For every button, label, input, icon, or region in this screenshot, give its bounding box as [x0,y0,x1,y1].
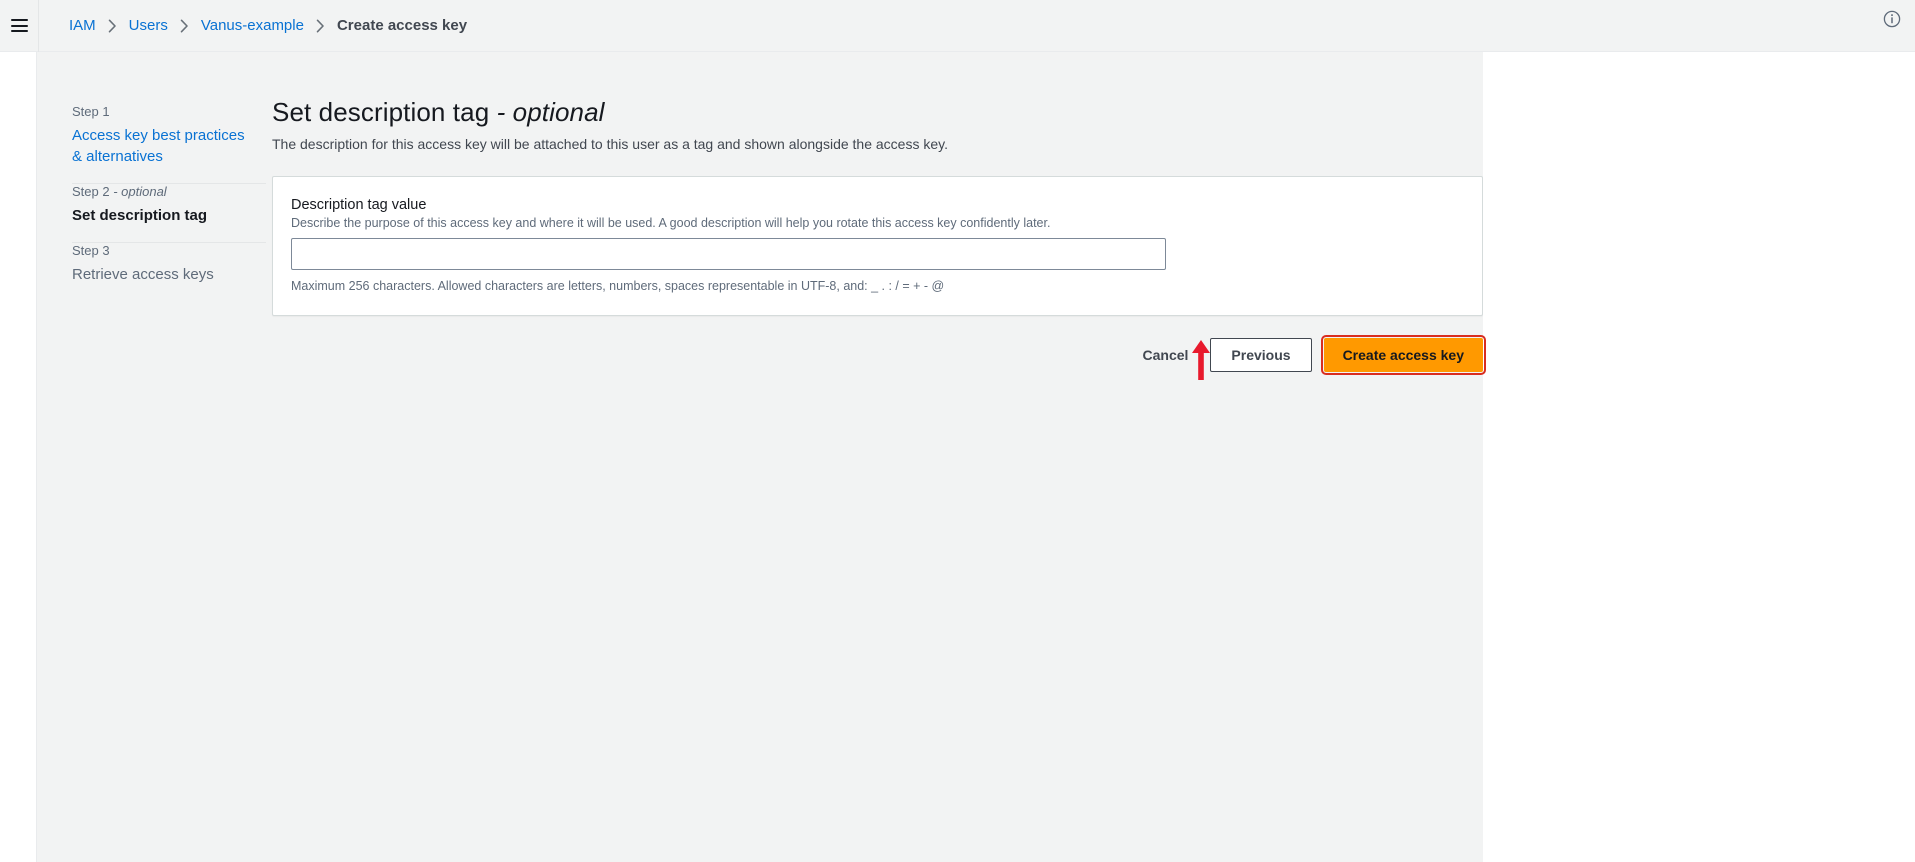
main-column: Set description tag - optional The descr… [272,52,1487,375]
breadcrumb: IAM Users Vanus-example Create access ke… [39,0,467,52]
wizard-step-2-kicker: Step 2 - optional [72,184,272,199]
aws-console-page: IAM Users Vanus-example Create access ke… [0,0,1915,862]
wizard-step-2-optional-tag: - optional [113,184,167,199]
breadcrumb-item-vanus-example[interactable]: Vanus-example [201,17,304,34]
breadcrumb-item-current: Create access key [336,17,468,34]
create-access-key-button[interactable]: Create access key [1320,335,1487,375]
description-tag-hint: Describe the purpose of this access key … [291,216,1051,230]
wizard-step-3[interactable]: Step 3 Retrieve access keys [72,243,272,301]
hamburger-menu-icon [10,19,28,32]
chevron-right-icon [180,19,189,33]
top-navigation-bar: IAM Users Vanus-example Create access ke… [0,0,1915,52]
page-description: The description for this access key will… [272,136,948,152]
breadcrumb-item-users[interactable]: Users [129,17,168,34]
wizard-step-1[interactable]: Step 1 Access key best practices & alter… [72,104,272,183]
description-tag-card: Description tag value Describe the purpo… [272,176,1483,316]
wizard-step-2-title: Set description tag [72,207,208,224]
description-tag-input[interactable] [291,238,1166,270]
wizard-action-bar: Cancel Previous Create access key [272,335,1487,375]
wizard-step-1-kicker: Step 1 [72,104,110,119]
previous-button[interactable]: Previous [1210,338,1312,372]
wizard-step-2-kicker-text: Step 2 [72,184,110,199]
wizard-step-1-title[interactable]: Access key best practices & alternatives [72,125,247,167]
breadcrumb-item-iam[interactable]: IAM [69,17,96,34]
cancel-button[interactable]: Cancel [1133,339,1199,371]
page-body: Step 1 Access key best practices & alter… [0,52,1915,862]
wizard-step-3-title: Retrieve access keys [72,266,214,283]
description-tag-label: Description tag value [291,197,427,213]
page-title: Set description tag - optional [272,97,1483,128]
page-title-text: Set description tag [272,97,490,127]
content-area: Step 1 Access key best practices & alter… [37,52,1915,862]
right-gutter [1483,52,1915,862]
hamburger-menu-button[interactable] [0,0,38,52]
description-tag-constraint: Maximum 256 characters. Allowed characte… [291,279,945,293]
info-circle-icon[interactable] [1882,9,1902,29]
wizard-step-2[interactable]: Step 2 - optional Set description tag [72,184,272,242]
page-title-optional-tag: - optional [496,97,605,127]
chevron-right-icon [316,19,325,33]
wizard-step-3-kicker: Step 3 [72,243,110,258]
left-rail-panel [0,52,37,862]
chevron-right-icon [108,19,117,33]
wizard-steps-navigation: Step 1 Access key best practices & alter… [37,52,272,301]
